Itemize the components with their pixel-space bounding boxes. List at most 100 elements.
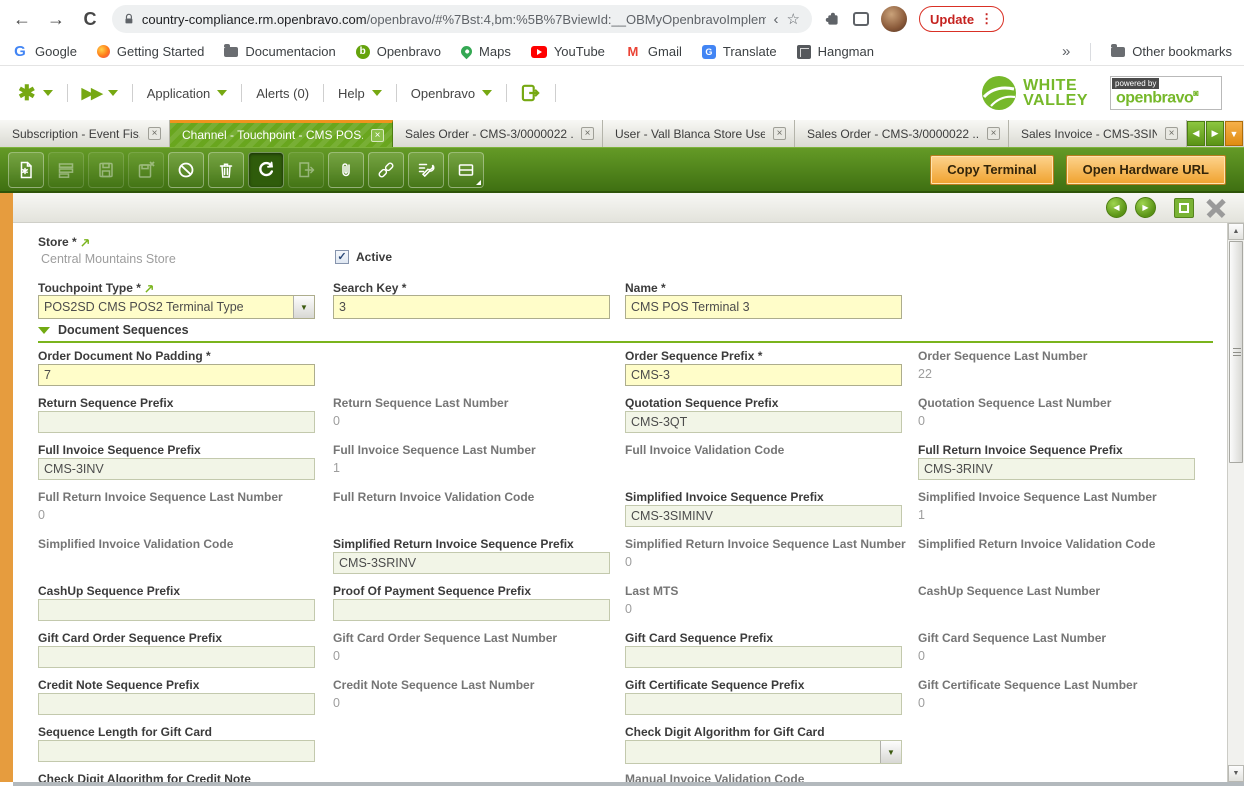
simplified-return-invoice-sequence-prefix-field: Simplified Return Invoice Sequence Prefi… [333, 532, 623, 579]
maximize-icon[interactable] [1174, 198, 1194, 218]
credit-note-sequence-prefix-input[interactable] [38, 693, 315, 715]
bookmark-translate[interactable]: GTranslate [702, 44, 777, 59]
reload-icon[interactable]: C [78, 9, 102, 30]
bookmark-documentacion[interactable]: Documentacion [224, 44, 335, 59]
open-hardware-url-button[interactable]: Open Hardware URL [1066, 155, 1226, 185]
search-key-input[interactable] [333, 295, 610, 319]
tab-sales-order-cms-3-0000022[interactable]: Sales Order - CMS-3/0000022 ...× [393, 120, 603, 147]
link-out-icon[interactable] [145, 284, 154, 293]
tab-sales-invoice-cms-3sin[interactable]: Sales Invoice - CMS-3SIN× [1009, 120, 1187, 147]
bookmarks-overflow-icon[interactable]: » [1062, 43, 1070, 60]
kebab-menu-icon[interactable]: ⋮ [980, 11, 993, 27]
active-checkbox[interactable]: ✓ [335, 250, 349, 264]
tab-user-vall-blanca-store-user[interactable]: User - Vall Blanca Store User× [603, 120, 795, 147]
full-return-invoice-sequence-prefix-input[interactable] [918, 458, 1195, 480]
form-area: Store * Central Mountains Store ✓ Active… [13, 223, 1227, 782]
gift-certificate-sequence-prefix-input[interactable] [625, 693, 902, 715]
favorites-menu[interactable]: ✱ [14, 83, 57, 104]
order-document-no-padding-label: Order Document No Padding * [38, 349, 211, 363]
name-label: Name * [625, 281, 666, 295]
link-button[interactable] [368, 152, 404, 188]
simplified-invoice-sequence-last-number-label: Simplified Invoice Sequence Last Number [918, 490, 1157, 504]
name-input[interactable] [625, 295, 902, 319]
logout-button[interactable] [517, 84, 545, 102]
order-sequence-prefix-input[interactable] [625, 364, 902, 386]
gift-card-order-sequence-prefix-input[interactable] [38, 646, 315, 668]
bookmark-google[interactable]: GGoogle [12, 44, 77, 60]
undo-button[interactable] [168, 152, 204, 188]
tab-list-button[interactable]: ▼ [1225, 121, 1243, 146]
chevron-down-icon [482, 90, 492, 96]
tab-close-icon[interactable]: × [773, 127, 786, 140]
tab-close-icon[interactable]: × [1165, 127, 1178, 140]
check-digit-algorithm-for-credit-note-label: Check Digit Algorithm for Credit Note [38, 772, 251, 782]
side-panel-icon[interactable] [853, 12, 869, 26]
bookmark-maps[interactable]: Maps [461, 44, 511, 59]
update-button[interactable]: Update⋮ [919, 6, 1004, 32]
new-record-button[interactable] [8, 152, 44, 188]
tools-button[interactable] [408, 152, 444, 188]
alerts-menu[interactable]: Alerts (0) [252, 86, 313, 101]
close-form-icon[interactable] [1206, 198, 1226, 218]
touchpoint-type-select[interactable] [38, 295, 315, 319]
extensions-icon[interactable] [824, 11, 841, 28]
return-sequence-prefix-input[interactable] [38, 411, 315, 433]
application-menu[interactable]: Application [143, 86, 232, 101]
help-menu[interactable]: Help [334, 86, 386, 101]
order-document-no-padding-input[interactable] [38, 364, 315, 386]
copy-terminal-button[interactable]: Copy Terminal [930, 155, 1053, 185]
bookmark-getting-started[interactable]: Getting Started [97, 44, 204, 59]
cashup-sequence-prefix-input[interactable] [38, 599, 315, 621]
tab-scroll-right-button[interactable]: ▶ [1206, 121, 1224, 146]
back-icon[interactable]: ← [10, 9, 34, 30]
scroll-down-icon[interactable]: ▼ [1228, 765, 1244, 782]
document-sequences-section[interactable]: Document Sequences [38, 319, 1213, 343]
quotation-sequence-prefix-input[interactable] [625, 411, 902, 433]
avatar[interactable] [881, 6, 907, 32]
next-record-button[interactable]: ▶ [1135, 197, 1156, 218]
share-icon[interactable]: ‹ [774, 11, 779, 28]
tab-channel-touchpoint-cms-pos[interactable]: Channel - Touchpoint - CMS POS...× [170, 120, 393, 147]
bookmark-star-icon[interactable]: ☆ [787, 10, 800, 28]
folder-icon [224, 47, 238, 57]
quotation-sequence-last-number-label: Quotation Sequence Last Number [918, 396, 1111, 410]
quotation-sequence-prefix-label: Quotation Sequence Prefix [625, 396, 778, 410]
scrollbar-thumb[interactable] [1229, 241, 1243, 463]
tab-close-icon[interactable]: × [581, 127, 594, 140]
proof-of-payment-sequence-prefix-input[interactable] [333, 599, 610, 621]
tab-close-icon[interactable]: × [371, 129, 384, 142]
tab-close-icon[interactable]: × [148, 127, 161, 140]
touchpoint-type-dropdown-icon[interactable]: ▼ [293, 296, 314, 318]
scroll-up-icon[interactable]: ▲ [1228, 223, 1244, 240]
form-grid-toggle-button[interactable] [448, 152, 484, 188]
user-menu[interactable]: Openbravo [407, 86, 496, 101]
forward-icon[interactable]: → [44, 9, 68, 30]
full-invoice-sequence-prefix-input[interactable] [38, 458, 315, 480]
sequence-length-for-gift-card-input[interactable] [38, 740, 315, 762]
tab-sales-order-cms-3-0000022[interactable]: Sales Order - CMS-3/0000022 ...× [795, 120, 1009, 147]
check-digit-algorithm-for-gift-card-select[interactable] [625, 740, 902, 764]
attachment-button[interactable] [328, 152, 364, 188]
tab-subscription-event-fis[interactable]: Subscription - Event Fis...× [0, 120, 170, 147]
vertical-scrollbar[interactable]: ▲ ▼ [1227, 223, 1244, 782]
other-bookmarks[interactable]: Other bookmarks [1111, 44, 1232, 59]
tab-scroll-left-button[interactable]: ◀ [1187, 121, 1205, 146]
previous-record-button[interactable]: ◀ [1106, 197, 1127, 218]
address-bar[interactable]: country-compliance.rm.openbravo.com/open… [112, 5, 812, 33]
tab-close-icon[interactable]: × [987, 127, 1000, 140]
link-out-icon[interactable] [81, 238, 90, 247]
gift-card-sequence-prefix-input[interactable] [625, 646, 902, 668]
bookmark-gmail[interactable]: MGmail [625, 44, 682, 60]
fast-forward-icon: ▶▶ [82, 84, 101, 102]
delete-button[interactable] [208, 152, 244, 188]
return-sequence-last-number-label: Return Sequence Last Number [333, 396, 508, 410]
bookmark-openbravo[interactable]: bOpenbravo [356, 44, 441, 59]
bookmark-youtube[interactable]: YouTube [531, 44, 605, 59]
bookmark-hangman[interactable]: Hangman [797, 44, 874, 59]
simplified-invoice-sequence-prefix-input[interactable] [625, 505, 902, 527]
recent-views-menu[interactable]: ▶▶ [78, 84, 122, 102]
check-digit-algorithm-for-gift-card-dropdown-icon[interactable]: ▼ [880, 741, 901, 763]
collapse-triangle-icon[interactable] [38, 327, 50, 334]
refresh-button[interactable] [248, 152, 284, 188]
simplified-return-invoice-sequence-prefix-input[interactable] [333, 552, 610, 574]
